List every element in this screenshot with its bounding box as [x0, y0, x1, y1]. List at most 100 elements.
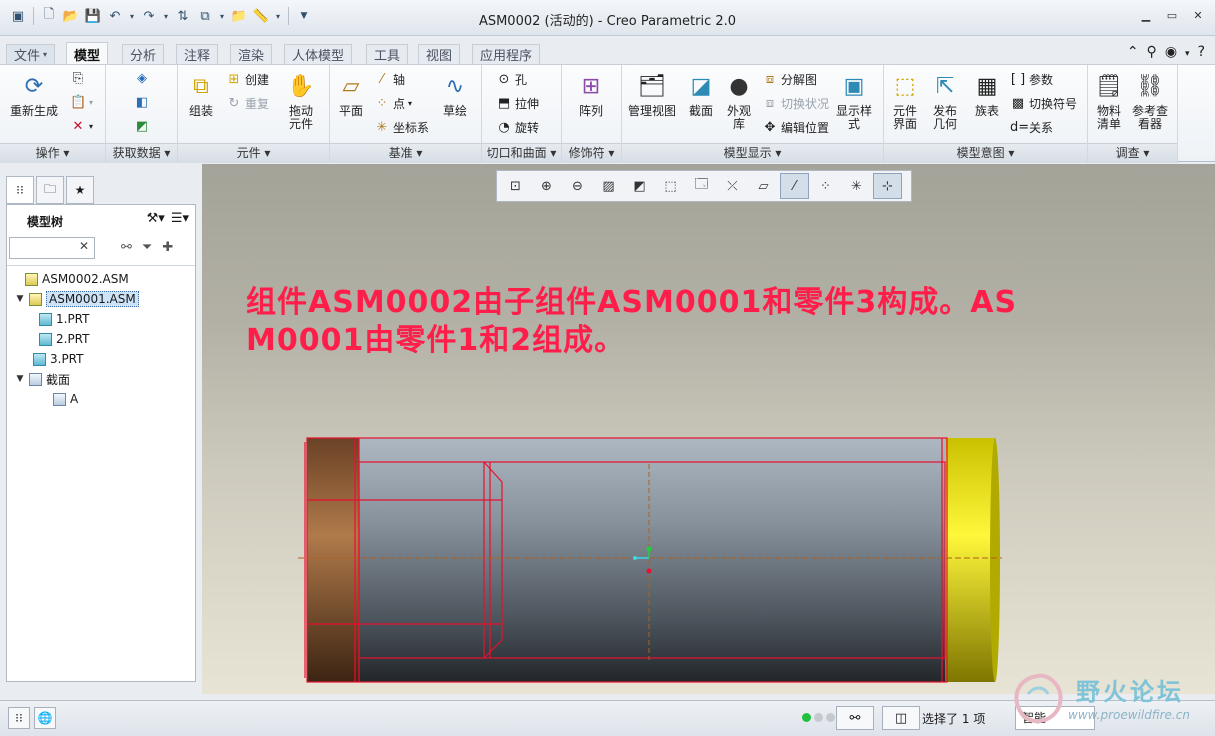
- copy-geometry-button[interactable]: ◧: [134, 95, 150, 110]
- refit-icon[interactable]: ⊡: [501, 173, 530, 199]
- tab-view[interactable]: 视图: [418, 44, 461, 64]
- group-label[interactable]: 调查 ▾: [1088, 143, 1177, 163]
- collapse-icon[interactable]: ▼: [15, 374, 25, 384]
- group-label[interactable]: 模型显示 ▾: [622, 143, 883, 163]
- assemble-button[interactable]: ⧉ 组装: [186, 71, 216, 118]
- delete-button[interactable]: ✕ ▾: [70, 119, 93, 134]
- tab-manikin[interactable]: 人体模型: [284, 44, 353, 64]
- group-label[interactable]: 获取数据 ▾: [106, 143, 177, 163]
- component-interface-button[interactable]: ⬚ 元件 界面: [890, 71, 920, 131]
- csys-display-icon[interactable]: ✳: [842, 173, 871, 199]
- selection-box-button[interactable]: ◫: [882, 706, 920, 730]
- favorites-tab-icon[interactable]: ★: [66, 176, 94, 204]
- filter-icon[interactable]: ⏷: [142, 240, 152, 255]
- spin-center-icon[interactable]: ⊹: [873, 173, 902, 199]
- drag-component-button[interactable]: ✋ 拖动 元件: [286, 71, 316, 131]
- edit-position-button[interactable]: ✥ 编辑位置: [762, 119, 829, 136]
- zoom-out-icon[interactable]: ⊖: [563, 173, 592, 199]
- maximize-icon[interactable]: ▭: [1161, 6, 1183, 24]
- close-icon[interactable]: ✕: [1187, 6, 1209, 24]
- point-display-icon[interactable]: ⁘: [811, 173, 840, 199]
- title-bar: ▣ 🗋 📂 💾 ↶ ▾ ↷ ▾ ⇅ ⧉ ▾ 📁 📏 ▾ ▼ ASM0002 (活…: [0, 0, 1215, 36]
- graphics-viewport[interactable]: [202, 164, 1215, 694]
- revolve-button[interactable]: ◔ 旋转: [496, 119, 539, 136]
- group-label[interactable]: 操作 ▾: [0, 143, 105, 163]
- saved-views-icon[interactable]: ⬚: [656, 173, 685, 199]
- graduation-cap-icon[interactable]: ◉: [1165, 44, 1177, 64]
- tab-tools[interactable]: 工具: [366, 44, 409, 64]
- add-icon[interactable]: ✚: [162, 240, 173, 255]
- tree-item-asm0001[interactable]: ▼ ASM0001.ASM: [15, 290, 139, 308]
- repaint-icon[interactable]: ▨: [594, 173, 623, 199]
- binoculars-icon[interactable]: ⚯: [121, 240, 132, 255]
- datum-display-icon[interactable]: ⤫: [718, 173, 747, 199]
- section-button[interactable]: ◪ 截面: [686, 71, 716, 118]
- group-label[interactable]: 修饰符 ▾: [562, 143, 621, 163]
- tree-item-part-1[interactable]: 1.PRT: [39, 310, 89, 328]
- axis-display-icon[interactable]: ⁄: [780, 173, 809, 199]
- sketch-icon: ∿: [445, 73, 465, 99]
- search-icon[interactable]: ⚲: [1147, 44, 1157, 64]
- csys-button[interactable]: ✳ 坐标系: [374, 119, 429, 136]
- zoom-in-icon[interactable]: ⊕: [532, 173, 561, 199]
- switch-symbols-button[interactable]: ▩ 切换符号: [1010, 95, 1077, 112]
- group-label[interactable]: 模型意图 ▾: [884, 143, 1087, 163]
- browser-icon[interactable]: 🌐: [34, 707, 56, 729]
- extrude-button[interactable]: ⬒ 拉伸: [496, 95, 539, 112]
- display-style-icon[interactable]: ◩: [625, 173, 654, 199]
- parameters-button[interactable]: [ ] 参数: [1010, 71, 1053, 88]
- tree-item-part-2[interactable]: 2.PRT: [39, 330, 89, 348]
- tab-model[interactable]: 模型: [66, 42, 109, 65]
- copy-button[interactable]: ⎘: [70, 71, 86, 86]
- show-menu-icon[interactable]: ☰▾: [171, 211, 189, 226]
- tree-item-part-3[interactable]: 3.PRT: [33, 350, 83, 368]
- publish-geometry-button[interactable]: ⇱ 发布 几何: [930, 71, 960, 131]
- paste-button[interactable]: 📋 ▾: [70, 95, 93, 110]
- create-icon: ⊞: [228, 72, 240, 87]
- merge-button[interactable]: ◩: [134, 119, 150, 134]
- regenerate-button[interactable]: ⟳ 重新生成: [10, 71, 58, 118]
- help-icon[interactable]: ?: [1198, 44, 1205, 64]
- plane-display-icon[interactable]: ▱: [749, 173, 778, 199]
- sketch-button[interactable]: ∿ 草绘: [440, 71, 470, 118]
- tab-file[interactable]: 文件 ▾: [6, 44, 56, 64]
- folder-browser-tab-icon[interactable]: 🗀: [36, 176, 64, 204]
- view-manager-icon[interactable]: 🗔: [687, 173, 716, 199]
- toggle-status-button[interactable]: ⧈ 切换状况: [762, 95, 829, 112]
- find-button[interactable]: ⚯: [836, 706, 874, 730]
- bom-button[interactable]: 🗒 物料 清单: [1094, 71, 1124, 131]
- reference-viewer-button[interactable]: ⛓ 参考查 看器: [1132, 71, 1168, 131]
- tree-item-sections[interactable]: ▼ 截面: [15, 370, 70, 388]
- hole-button[interactable]: ⊙ 孔: [496, 71, 527, 88]
- point-button[interactable]: ⁘ 点 ▾: [374, 95, 412, 112]
- minimize-icon[interactable]: ▁: [1135, 6, 1157, 24]
- axis-button[interactable]: ⁄ 轴: [374, 71, 405, 88]
- settings-icon[interactable]: ⚒▾: [147, 211, 165, 226]
- explode-view-button[interactable]: ⧈ 分解图: [762, 71, 817, 88]
- tree-item-section-a[interactable]: A: [53, 390, 78, 408]
- user-defined-feature-button[interactable]: ◈: [134, 71, 150, 86]
- chevron-down-icon[interactable]: ▾: [1185, 44, 1190, 64]
- tab-applications[interactable]: 应用程序: [472, 44, 541, 64]
- plane-button[interactable]: ▱ 平面: [336, 71, 366, 118]
- tab-analysis[interactable]: 分析: [122, 44, 165, 64]
- collapse-icon[interactable]: ▼: [15, 294, 25, 304]
- create-button[interactable]: ⊞ 创建: [226, 71, 269, 88]
- appearance-gallery-button[interactable]: ● 外观 库: [724, 71, 754, 131]
- group-label[interactable]: 元件 ▾: [178, 143, 329, 163]
- show-navigator-icon[interactable]: ⁝⁝: [8, 707, 30, 729]
- group-label[interactable]: 切口和曲面 ▾: [482, 143, 561, 163]
- group-label[interactable]: 基准 ▾: [330, 143, 481, 163]
- tree-item-asm0002[interactable]: ASM0002.ASM: [11, 270, 129, 288]
- repeat-button[interactable]: ↻ 重复: [226, 95, 269, 112]
- clear-search-icon[interactable]: ✕: [79, 239, 89, 253]
- tab-render[interactable]: 渲染: [230, 44, 273, 64]
- pattern-button[interactable]: ⊞ 阵列: [576, 71, 606, 118]
- display-style-button[interactable]: ▣ 显示样 式: [836, 71, 872, 131]
- family-table-button[interactable]: ▦ 族表: [972, 71, 1002, 118]
- manage-views-button[interactable]: 🗂 管理视图: [628, 71, 676, 118]
- tab-annotate[interactable]: 注释: [176, 44, 219, 64]
- expand-ribbon-icon[interactable]: ⌃: [1127, 44, 1139, 64]
- model-tree-tab-icon[interactable]: ⁝⁝: [6, 176, 34, 204]
- relations-button[interactable]: d= 关系: [1010, 119, 1053, 136]
